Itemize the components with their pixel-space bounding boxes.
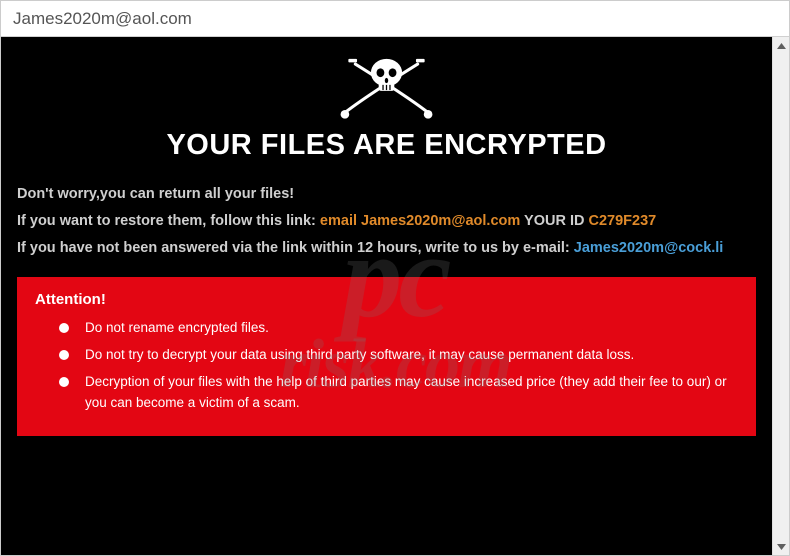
app-window: James2020m@aol.com: [0, 0, 790, 556]
intro-line-2: If you want to restore them, follow this…: [17, 211, 756, 232]
list-item: Do not rename encrypted files.: [35, 318, 738, 339]
l3-prefix: If you have not been answered via the li…: [17, 240, 574, 256]
list-item: Do not try to decrypt your data using th…: [35, 345, 738, 366]
list-item: Decryption of your files with the help o…: [35, 372, 738, 414]
headline: YOUR FILES ARE ENCRYPTED: [17, 129, 756, 162]
l2-prefix: If you want to restore them, follow this…: [17, 213, 320, 229]
attention-box: Attention! Do not rename encrypted files…: [17, 277, 756, 436]
attention-item-text: Do not rename encrypted files.: [85, 318, 738, 339]
attention-title: Attention!: [35, 291, 738, 308]
attention-list: Do not rename encrypted files. Do not tr…: [35, 318, 738, 414]
intro-line-3: If you have not been answered via the li…: [17, 238, 756, 259]
skull-swords-icon: [334, 45, 439, 123]
attention-item-text: Decryption of your files with the help o…: [85, 372, 738, 414]
bullet-icon: [59, 350, 69, 360]
contact-email-secondary: James2020m@cock.li: [574, 240, 724, 256]
titlebar: James2020m@aol.com: [1, 1, 789, 37]
ransom-content: YOUR FILES ARE ENCRYPTED Don't worry,you…: [1, 37, 772, 555]
scroll-down-arrow-icon[interactable]: [773, 538, 790, 555]
vertical-scrollbar[interactable]: [772, 37, 789, 555]
pirate-logo: [17, 45, 756, 123]
your-id-label: YOUR ID: [520, 213, 588, 229]
window-title: James2020m@aol.com: [13, 9, 192, 29]
scroll-up-arrow-icon[interactable]: [773, 37, 790, 54]
contact-email-primary: email James2020m@aol.com: [320, 213, 520, 229]
attention-item-text: Do not try to decrypt your data using th…: [85, 345, 738, 366]
bullet-icon: [59, 323, 69, 333]
bullet-icon: [59, 377, 69, 387]
victim-id: C279F237: [588, 213, 656, 229]
intro-line-1: Don't worry,you can return all your file…: [17, 184, 756, 205]
content-wrap: YOUR FILES ARE ENCRYPTED Don't worry,you…: [1, 37, 789, 555]
